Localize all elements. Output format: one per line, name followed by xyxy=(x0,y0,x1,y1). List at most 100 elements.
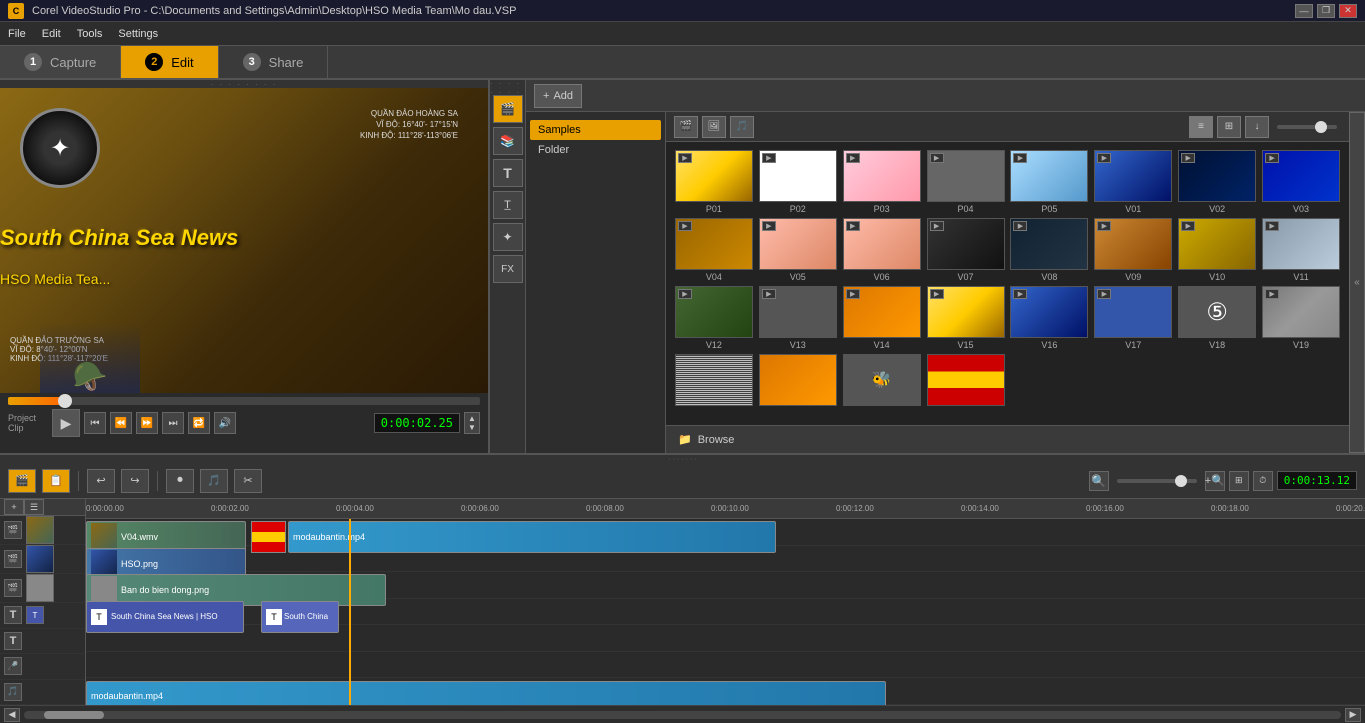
media-item-v14[interactable]: ▶ V14 xyxy=(842,286,922,350)
step-back-button[interactable]: ⏪ xyxy=(110,412,132,434)
track-thumb-overlay2 xyxy=(26,574,54,602)
tool-fx[interactable]: FX xyxy=(493,255,523,283)
nav-folder[interactable]: Folder xyxy=(530,140,661,160)
tl-trim-btn[interactable]: ✂ xyxy=(234,469,262,493)
media-item-extra1[interactable] xyxy=(674,354,754,408)
preview-video: QUẦN ĐẢO HOÀNG SAVĨ ĐỘ: 16°40'- 17°15'NK… xyxy=(0,88,488,393)
grid-audio-btn[interactable]: 🎵 xyxy=(730,116,754,138)
scroll-left-btn[interactable]: ◀ xyxy=(4,708,20,722)
zoom-thumb[interactable] xyxy=(1315,121,1327,133)
step-num-1: 1 xyxy=(24,53,42,71)
menu-tools[interactable]: Tools xyxy=(77,28,103,40)
media-item-v10[interactable]: ▶ V10 xyxy=(1177,218,1257,282)
track-video: V04.wmv modaubantin.mp4 xyxy=(86,519,1365,546)
view-grid-btn[interactable]: ⊞ xyxy=(1217,116,1241,138)
title-bar: C Corel VideoStudio Pro - C:\Documents a… xyxy=(0,0,1365,22)
tool-media[interactable]: 🎬 xyxy=(493,95,523,123)
media-item-v19[interactable]: ▶ V19 xyxy=(1261,286,1341,350)
step-forward-button[interactable]: ⏩ xyxy=(136,412,158,434)
track-overlay2: Ban do bien dong.png xyxy=(86,572,1365,599)
tl-scroll-track[interactable] xyxy=(24,711,1341,719)
menu-settings[interactable]: Settings xyxy=(118,28,158,40)
tl-video-btn[interactable]: 🎬 xyxy=(8,469,36,493)
nav-samples[interactable]: Samples xyxy=(530,120,661,140)
media-item-p02[interactable]: ▶ P02 xyxy=(758,150,838,214)
media-item-v04[interactable]: ▶ V04 xyxy=(674,218,754,282)
collapse-library-button[interactable]: « xyxy=(1349,112,1365,453)
media-item-v09[interactable]: ▶ V09 xyxy=(1093,218,1173,282)
tab-edit[interactable]: 2 Edit xyxy=(121,46,218,78)
next-frame-button[interactable]: ⏭ xyxy=(162,412,184,434)
video-icon: ▶ xyxy=(1265,221,1279,231)
preview-controls: Project Clip ▶ ⏮ ⏪ ⏩ ⏭ 🔁 🔊 0:00:02.25 ▲▼ xyxy=(0,393,488,453)
media-item-v01[interactable]: ▶ V01 xyxy=(1093,150,1173,214)
zoom-in-btn[interactable]: +🔍 xyxy=(1205,471,1225,491)
tool-transition[interactable]: ✦ xyxy=(493,223,523,251)
media-item-v02[interactable]: ▶ V02 xyxy=(1177,150,1257,214)
media-item-v07[interactable]: ▶ V07 xyxy=(926,218,1006,282)
grid-image-btn[interactable]: 🖼 xyxy=(702,116,726,138)
zoom-end-btn[interactable]: ⏱ xyxy=(1253,471,1273,491)
track-settings-btn[interactable]: ☰ xyxy=(24,499,44,515)
media-item-v17[interactable]: ▶ V17 xyxy=(1093,286,1173,350)
prev-frame-button[interactable]: ⏮ xyxy=(84,412,106,434)
close-button[interactable]: ✕ xyxy=(1339,4,1357,18)
browse-button[interactable]: 📁 Browse xyxy=(666,425,1349,453)
media-item-v12[interactable]: ▶ V12 xyxy=(674,286,754,350)
video-icon: ▶ xyxy=(846,289,860,299)
minimize-button[interactable]: — xyxy=(1295,4,1313,18)
media-item-v16[interactable]: ▶ V16 xyxy=(1010,286,1090,350)
tool-title[interactable]: T̲ xyxy=(493,191,523,219)
media-item-v18[interactable]: ⑤ V18 xyxy=(1177,286,1257,350)
media-item-v13[interactable]: ▶ V13 xyxy=(758,286,838,350)
media-item-v08[interactable]: ▶ V08 xyxy=(1010,218,1090,282)
media-item-p04[interactable]: ▶ P04 xyxy=(926,150,1006,214)
tl-scroll-thumb[interactable] xyxy=(44,711,104,719)
progress-bar[interactable] xyxy=(8,397,480,405)
repeat-button[interactable]: 🔁 xyxy=(188,412,210,434)
media-item-extra3[interactable]: 🐝 xyxy=(842,354,922,408)
tl-zoom-slider[interactable] xyxy=(1117,479,1197,483)
restore-button[interactable]: ❐ xyxy=(1317,4,1335,18)
media-item-p03[interactable]: ▶ P03 xyxy=(842,150,922,214)
tool-library[interactable]: 📚 xyxy=(493,127,523,155)
menu-edit[interactable]: Edit xyxy=(42,28,61,40)
media-item-extra2[interactable] xyxy=(758,354,838,408)
scroll-right-btn[interactable]: ▶ xyxy=(1345,708,1361,722)
tl-undo-btn[interactable]: ↩ xyxy=(87,469,115,493)
media-item-p01[interactable]: ▶ P01 xyxy=(674,150,754,214)
zoom-fit-btn[interactable]: ⊞ xyxy=(1229,471,1249,491)
clip-modaubantin-music[interactable]: modaubantin.mp4 xyxy=(86,681,886,705)
menu-file[interactable]: File xyxy=(8,28,26,40)
tl-overlay-btn[interactable]: 📋 xyxy=(42,469,70,493)
play-button[interactable]: ▶ xyxy=(52,409,80,437)
zoom-slider[interactable] xyxy=(1277,125,1337,129)
tab-share[interactable]: 3 Share xyxy=(219,46,329,78)
timeline-header xyxy=(0,455,1365,463)
tl-record-btn[interactable]: ⏺ xyxy=(166,469,194,493)
tl-redo-btn[interactable]: ↪ xyxy=(121,469,149,493)
media-item-v06[interactable]: ▶ V06 xyxy=(842,218,922,282)
zoom-out-btn[interactable]: 🔍 xyxy=(1089,471,1109,491)
grid-filter-btn[interactable]: 🎬 xyxy=(674,116,698,138)
tab-capture[interactable]: 1 Capture xyxy=(0,46,121,78)
media-item-v03[interactable]: ▶ V03 xyxy=(1261,150,1341,214)
tl-audio-btn[interactable]: 🎵 xyxy=(200,469,228,493)
playhead[interactable] xyxy=(349,519,351,705)
view-list-btn[interactable]: ≡ xyxy=(1189,116,1213,138)
timecode-expand[interactable]: ▲▼ xyxy=(464,412,480,434)
media-item-v11[interactable]: ▶ V11 xyxy=(1261,218,1341,282)
media-item-p05[interactable]: ▶ P05 xyxy=(1010,150,1090,214)
media-item-v05[interactable]: ▶ V05 xyxy=(758,218,838,282)
add-button[interactable]: + Add xyxy=(534,84,582,108)
media-item-v15[interactable]: ▶ V15 xyxy=(926,286,1006,350)
progress-thumb[interactable] xyxy=(58,394,72,408)
volume-button[interactable]: 🔊 xyxy=(214,412,236,434)
tl-zoom-thumb[interactable] xyxy=(1175,475,1187,487)
add-track-btn[interactable]: + xyxy=(4,499,24,515)
view-sort-btn[interactable]: ↓ xyxy=(1245,116,1269,138)
tool-text[interactable]: T xyxy=(493,159,523,187)
track-icon-title1: T xyxy=(4,606,22,624)
video-icon: ▶ xyxy=(1265,289,1279,299)
media-item-extra4[interactable] xyxy=(926,354,1006,408)
